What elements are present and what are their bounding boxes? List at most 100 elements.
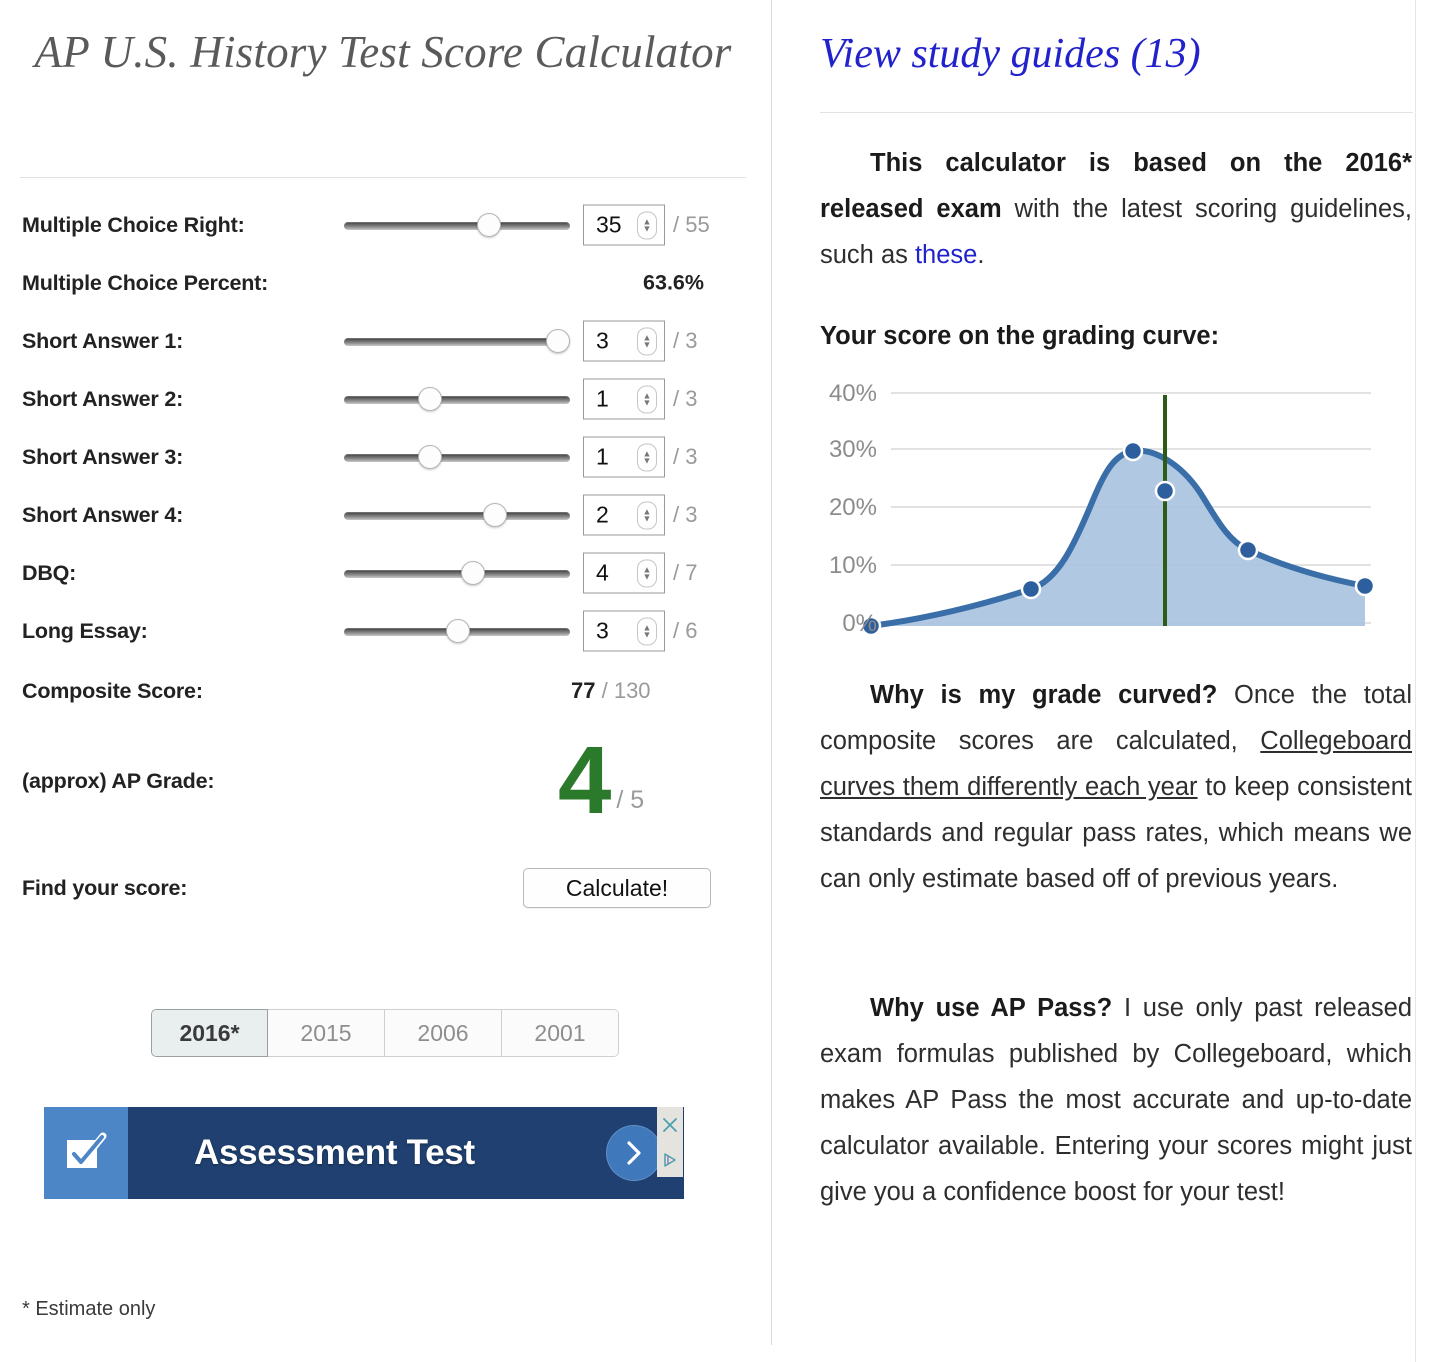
ad-arrow-icon[interactable] bbox=[606, 1125, 662, 1181]
slider-knob[interactable] bbox=[418, 445, 442, 469]
y-tick-20: 20% bbox=[828, 494, 877, 521]
spinner-dbq[interactable]: 4 ▲ ▼ bbox=[583, 552, 665, 594]
spinner-arrows-icon[interactable]: ▲ ▼ bbox=[637, 327, 657, 355]
tab-year-2015[interactable]: 2015 bbox=[268, 1009, 385, 1057]
slider-knob[interactable] bbox=[546, 329, 570, 353]
denominator-dbq: / 7 bbox=[673, 560, 698, 585]
spinner-arrows-icon[interactable]: ▲ ▼ bbox=[637, 617, 657, 645]
slider-short-answer-1[interactable] bbox=[344, 329, 570, 353]
slider-track bbox=[344, 454, 570, 462]
spinner-arrows-icon[interactable]: ▲ ▼ bbox=[637, 211, 657, 239]
spinner-value[interactable]: 3 bbox=[584, 618, 637, 645]
why-ap-pass-heading: Why use AP Pass? bbox=[870, 994, 1113, 1022]
scoring-guidelines-link[interactable]: these bbox=[915, 241, 977, 269]
chevron-down-icon[interactable]: ▼ bbox=[643, 630, 652, 639]
spinner-short-answer-4[interactable]: 2 ▲ ▼ bbox=[583, 494, 665, 536]
slider-track bbox=[344, 570, 570, 578]
why-curved-heading: Why is my grade curved? bbox=[870, 681, 1218, 709]
spinner-long-essay[interactable]: 3 ▲ ▼ bbox=[583, 610, 665, 652]
label-short-answer-3: Short Answer 3: bbox=[22, 444, 184, 469]
calculate-button[interactable]: Calculate! bbox=[523, 868, 711, 908]
estimate-footnote: * Estimate only bbox=[22, 1298, 156, 1320]
view-study-guides-link[interactable]: View study guides (13) bbox=[820, 30, 1201, 78]
exam-year-tabs[interactable]: 2016* 2015 2006 2001 bbox=[151, 1009, 619, 1057]
tab-year-2001[interactable]: 2001 bbox=[502, 1009, 619, 1057]
spinner-multiple-choice-right[interactable]: 35 ▲ ▼ bbox=[583, 204, 665, 246]
label-ap-grade: (approx) AP Grade: bbox=[22, 768, 215, 793]
why-ap-pass-paragraph: Why use AP Pass? I use only past release… bbox=[820, 985, 1412, 1215]
title-divider bbox=[20, 177, 746, 178]
row-multiple-choice-percent: Multiple Choice Percent: 63.6% bbox=[0, 254, 760, 312]
chart-area-fill bbox=[871, 450, 1365, 626]
label-long-essay: Long Essay: bbox=[22, 618, 148, 643]
ad-banner[interactable]: Assessment Test bbox=[44, 1107, 684, 1199]
label-multiple-choice-right: Multiple Choice Right: bbox=[22, 212, 245, 237]
tab-year-2016[interactable]: 2016* bbox=[151, 1009, 268, 1057]
denominator-short-answer-4: / 3 bbox=[673, 502, 698, 527]
spinner-short-answer-1[interactable]: 3 ▲ ▼ bbox=[583, 320, 665, 362]
chevron-down-icon[interactable]: ▼ bbox=[643, 514, 652, 523]
slider-dbq[interactable] bbox=[344, 561, 570, 585]
slider-long-essay[interactable] bbox=[344, 619, 570, 643]
chevron-down-icon[interactable]: ▼ bbox=[643, 224, 652, 233]
slider-knob[interactable] bbox=[483, 503, 507, 527]
label-short-answer-1: Short Answer 1: bbox=[22, 328, 184, 353]
y-tick-40: 40% bbox=[828, 380, 877, 407]
slider-short-answer-2[interactable] bbox=[344, 387, 570, 411]
slider-knob[interactable] bbox=[477, 213, 501, 237]
spinner-short-answer-2[interactable]: 1 ▲ ▼ bbox=[583, 378, 665, 420]
spinner-value[interactable]: 3 bbox=[584, 328, 637, 355]
spinner-arrows-icon[interactable]: ▲ ▼ bbox=[637, 559, 657, 587]
row-short-answer-4: Short Answer 4: 2 ▲ ▼ / 3 bbox=[0, 486, 760, 544]
spinner-value[interactable]: 2 bbox=[584, 502, 637, 529]
tab-year-2006[interactable]: 2006 bbox=[385, 1009, 502, 1057]
ap-grade-display: 4 / 5 bbox=[558, 732, 645, 829]
ad-controls[interactable] bbox=[657, 1107, 683, 1177]
denominator-multiple-choice-right: / 55 bbox=[673, 212, 710, 237]
info-column: View study guides (13) This calculator i… bbox=[771, 0, 1430, 1362]
chevron-down-icon[interactable]: ▼ bbox=[643, 398, 652, 407]
chevron-down-icon[interactable]: ▼ bbox=[643, 456, 652, 465]
close-x-icon[interactable] bbox=[657, 1107, 683, 1142]
why-ap-pass-text: I use only past released exam formulas p… bbox=[820, 994, 1412, 1206]
spinner-short-answer-3[interactable]: 1 ▲ ▼ bbox=[583, 436, 665, 478]
label-composite-score: Composite Score: bbox=[22, 678, 203, 703]
row-dbq: DBQ: 4 ▲ ▼ / 7 bbox=[0, 544, 760, 602]
spinner-value[interactable]: 4 bbox=[584, 560, 637, 587]
chevron-down-icon[interactable]: ▼ bbox=[643, 340, 652, 349]
slider-short-answer-4[interactable] bbox=[344, 503, 570, 527]
spinner-value[interactable]: 35 bbox=[584, 212, 637, 239]
spinner-value[interactable]: 1 bbox=[584, 444, 637, 471]
spinner-arrows-icon[interactable]: ▲ ▼ bbox=[637, 501, 657, 529]
denominator-short-answer-2: / 3 bbox=[673, 386, 698, 411]
checkbox-check-icon bbox=[63, 1130, 109, 1176]
slider-knob[interactable] bbox=[446, 619, 470, 643]
label-short-answer-4: Short Answer 4: bbox=[22, 502, 184, 527]
denominator-long-essay: / 6 bbox=[673, 618, 698, 643]
chevron-down-icon[interactable]: ▼ bbox=[643, 572, 652, 581]
slider-short-answer-3[interactable] bbox=[344, 445, 570, 469]
slider-knob[interactable] bbox=[461, 561, 485, 585]
grading-curve-svg bbox=[860, 392, 1376, 637]
slider-knob[interactable] bbox=[418, 387, 442, 411]
spinner-value[interactable]: 1 bbox=[584, 386, 637, 413]
slider-track bbox=[344, 338, 570, 346]
ap-score-calculator-page: AP U.S. History Test Score Calculator Mu… bbox=[0, 0, 1430, 1362]
why-curved-paragraph: Why is my grade curved? Once the total c… bbox=[820, 672, 1412, 902]
spinner-arrows-icon[interactable]: ▲ ▼ bbox=[637, 443, 657, 471]
adchoices-icon[interactable] bbox=[657, 1142, 683, 1177]
page-title: AP U.S. History Test Score Calculator bbox=[34, 27, 732, 77]
label-dbq: DBQ: bbox=[22, 560, 77, 585]
value-multiple-choice-percent: 63.6% bbox=[643, 270, 704, 295]
spinner-arrows-icon[interactable]: ▲ ▼ bbox=[637, 385, 657, 413]
ap-grade-denominator: / 5 bbox=[616, 786, 645, 815]
row-ap-grade: (approx) AP Grade: 4 / 5 bbox=[0, 722, 760, 840]
row-composite-score: Composite Score: 77 / 130 bbox=[0, 660, 760, 722]
intro-tail-text: . bbox=[977, 241, 985, 269]
grading-curve-chart: 40% 30% 20% 10% 0% bbox=[793, 370, 1413, 645]
label-short-answer-2: Short Answer 2: bbox=[22, 386, 184, 411]
denominator-short-answer-1: / 3 bbox=[673, 328, 698, 353]
row-find-your-score: Find your score: Calculate! bbox=[0, 840, 760, 936]
slider-multiple-choice-right[interactable] bbox=[344, 213, 570, 237]
ad-headline: Assessment Test bbox=[194, 1133, 475, 1172]
